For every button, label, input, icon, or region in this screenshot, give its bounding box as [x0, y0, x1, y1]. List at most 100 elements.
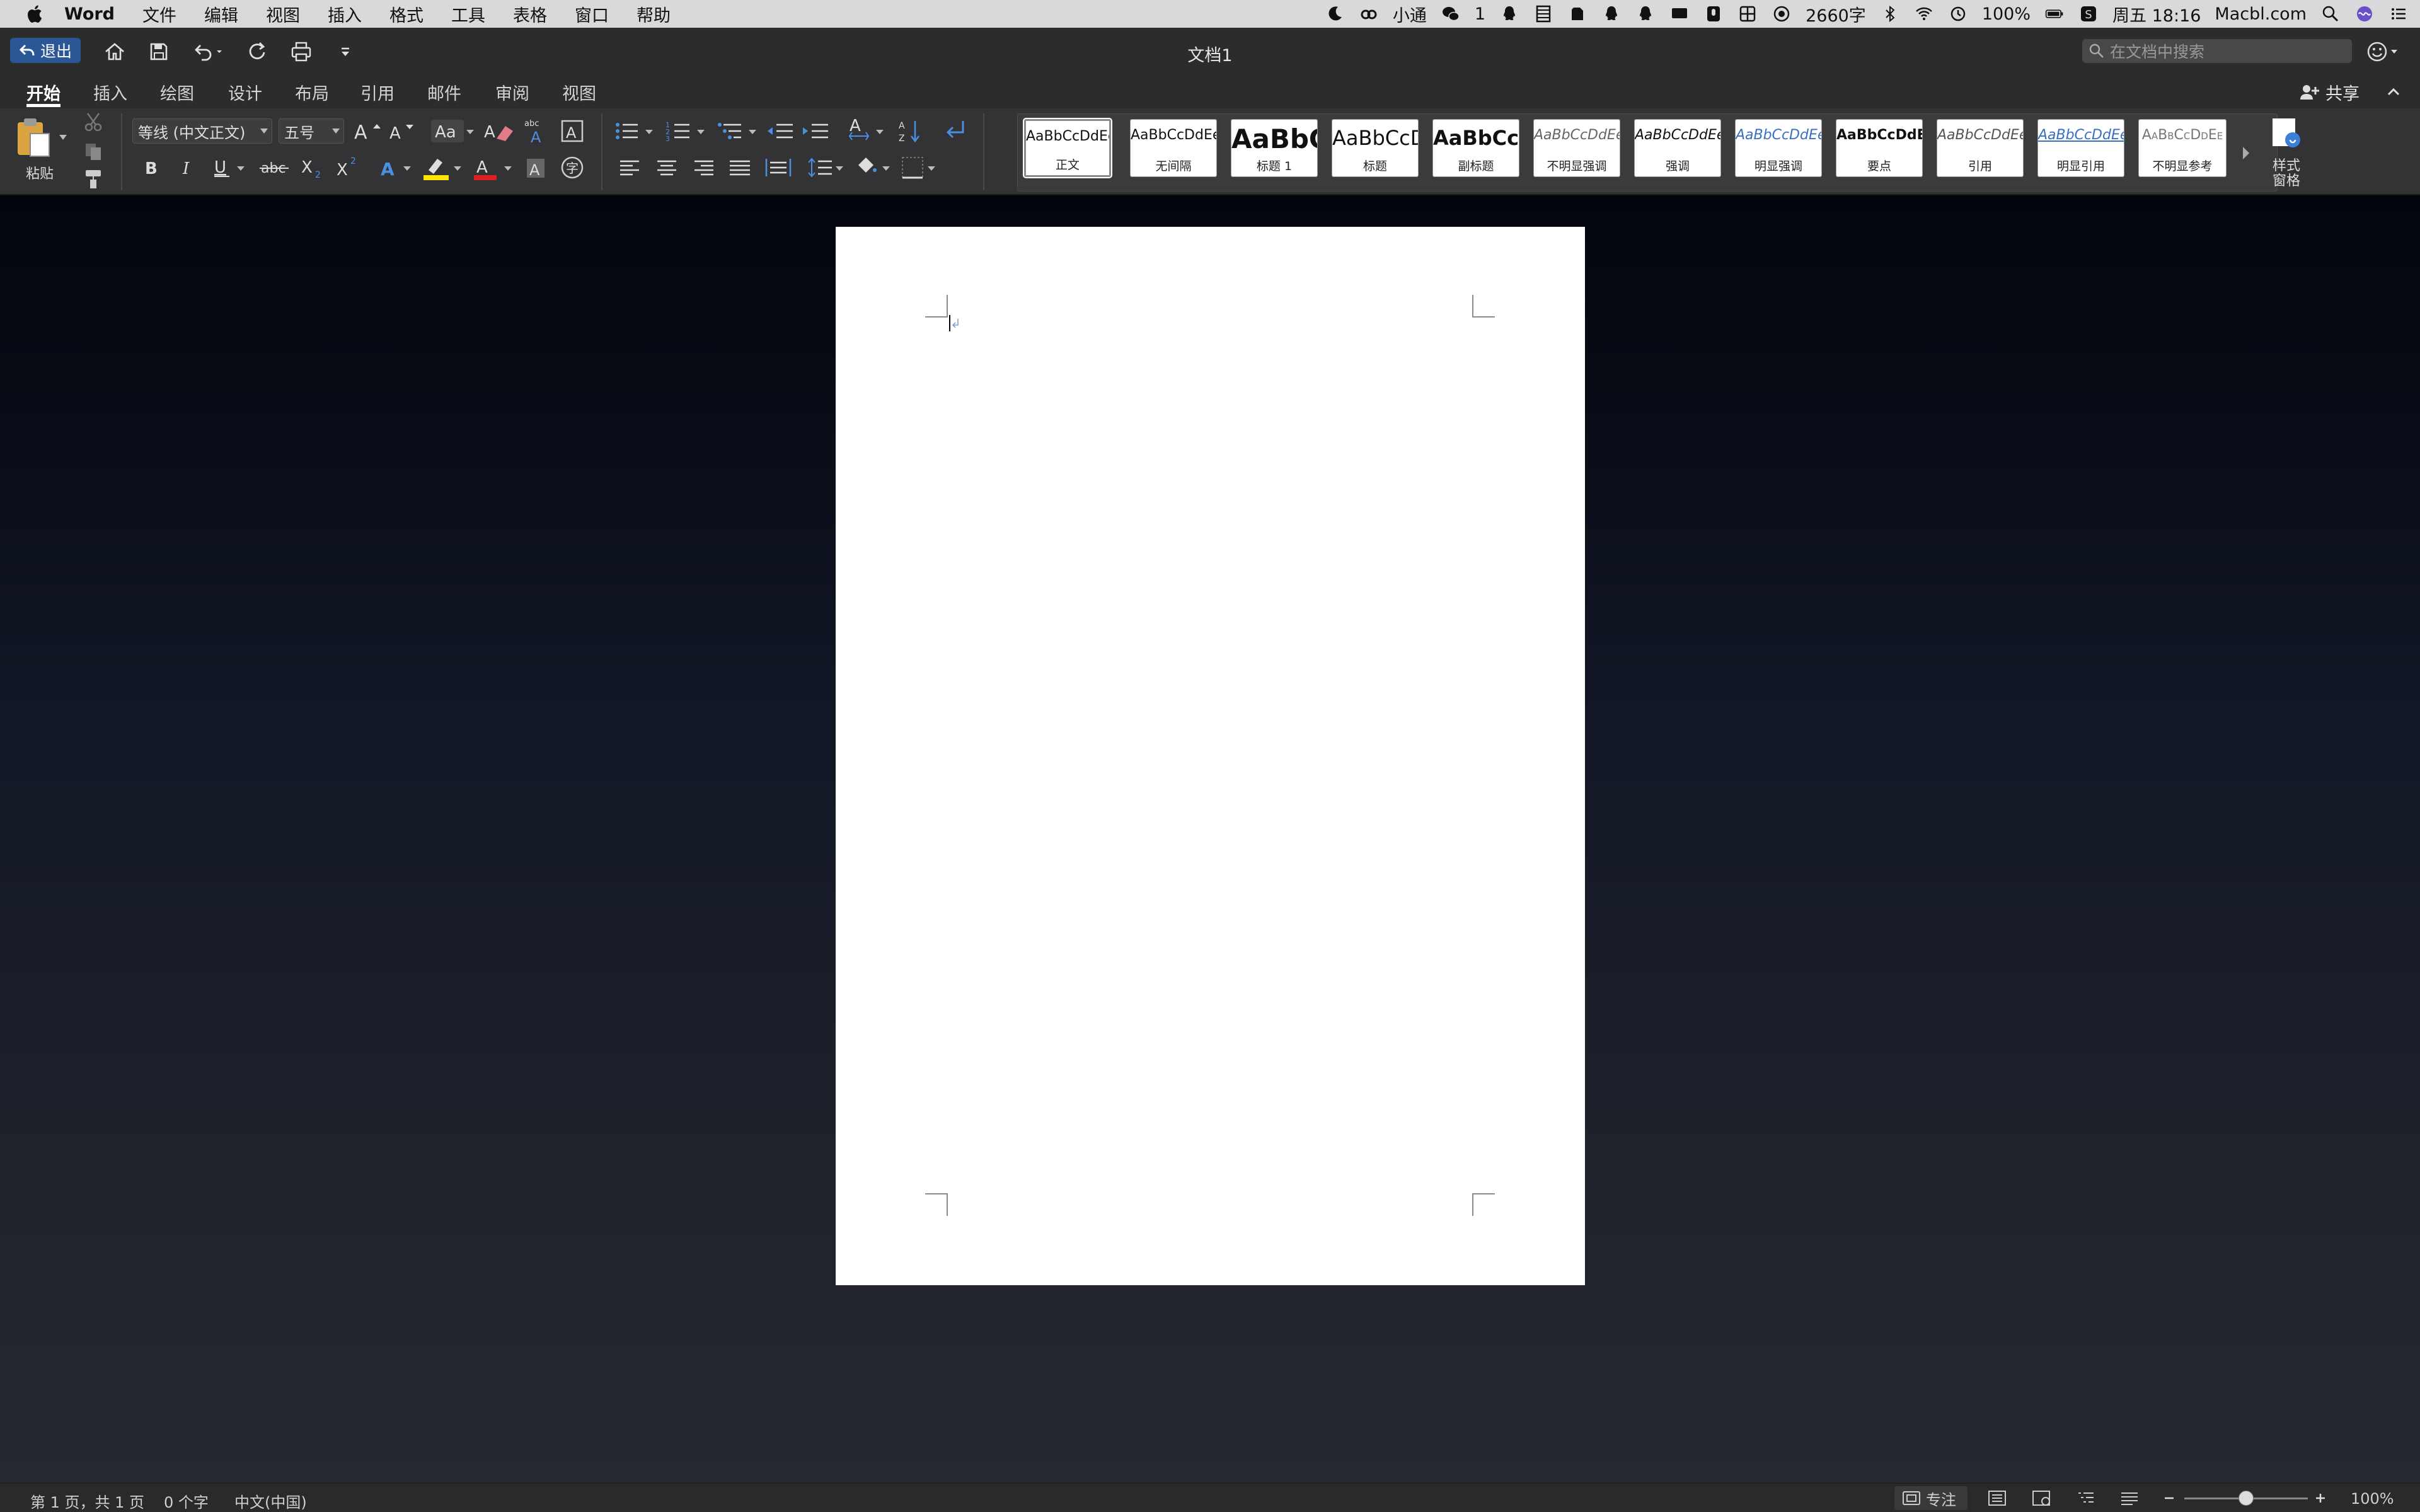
copy-button[interactable] — [82, 140, 105, 163]
format-painter-button[interactable] — [82, 168, 105, 190]
menu-insert[interactable]: 插入 — [314, 2, 376, 26]
style-quote[interactable]: AaBbCcDdEe 引用 — [1937, 119, 2024, 177]
show-formatting-marks-button[interactable] — [939, 117, 971, 145]
notification-center-icon[interactable] — [2388, 4, 2409, 24]
justify-button[interactable] — [726, 154, 754, 181]
feedback-button[interactable] — [2365, 39, 2402, 64]
superscript-button[interactable]: X2 — [334, 154, 362, 181]
wifi-icon[interactable] — [1914, 4, 1934, 24]
cut-button[interactable] — [82, 111, 105, 134]
zoom-slider[interactable] — [2184, 1491, 2308, 1506]
style-strong[interactable]: AaBbCcDdEe 要点 — [1836, 119, 1923, 177]
tab-home[interactable]: 开始 — [26, 76, 60, 108]
bluetooth-icon[interactable] — [1880, 4, 1900, 24]
decrease-indent-button[interactable] — [765, 117, 797, 145]
zoom-out-icon[interactable] — [2162, 1490, 2177, 1506]
qq-icon-3[interactable] — [1635, 4, 1656, 24]
character-shading-button[interactable]: A — [522, 154, 550, 181]
gallery-more-chevron-icon[interactable] — [2240, 144, 2252, 162]
tab-layout[interactable]: 布局 — [295, 76, 329, 108]
draft-view-icon[interactable] — [2119, 1490, 2140, 1506]
wechat-icon[interactable] — [1441, 4, 1461, 24]
line-spacing-button[interactable] — [807, 154, 847, 181]
align-right-button[interactable] — [689, 154, 717, 181]
menu-view[interactable]: 视图 — [252, 2, 314, 26]
bullets-button[interactable] — [613, 117, 659, 145]
document-canvas[interactable] — [0, 195, 2420, 1483]
grid-app-icon[interactable] — [1737, 4, 1758, 24]
tab-draw[interactable]: 绘图 — [160, 76, 194, 108]
align-center-button[interactable] — [653, 154, 681, 181]
style-no-spacing[interactable]: AaBbCcDdEe 无间隔 — [1130, 119, 1217, 177]
highlight-color-button[interactable] — [421, 154, 465, 181]
film-icon[interactable] — [1533, 4, 1553, 24]
numbering-button[interactable]: 123 — [664, 117, 711, 145]
document-page[interactable] — [836, 227, 1585, 1285]
document-search-input[interactable]: 在文档中搜索 — [2082, 39, 2352, 63]
tab-review[interactable]: 审阅 — [495, 76, 529, 108]
style-subtle-emphasis[interactable]: AaBbCcDdEe 不明显强调 — [1533, 119, 1620, 177]
text-effects-button[interactable]: A — [378, 154, 415, 181]
styles-pane-button[interactable] — [2269, 116, 2304, 151]
display-icon[interactable] — [1669, 4, 1690, 24]
outline-view-icon[interactable] — [2075, 1490, 2096, 1506]
phonetic-guide-button[interactable]: abc A — [522, 117, 550, 145]
menu-app-word[interactable]: Word — [48, 4, 129, 24]
shading-button[interactable] — [853, 154, 894, 181]
italic-button[interactable]: I — [175, 154, 198, 181]
focus-mode-button[interactable]: 专注 — [1894, 1486, 1968, 1510]
menu-help[interactable]: 帮助 — [623, 2, 684, 26]
share-button[interactable]: 共享 — [2299, 81, 2360, 104]
menu-window[interactable]: 窗口 — [561, 2, 623, 26]
print-layout-view-icon[interactable] — [1986, 1490, 2008, 1506]
menu-tools[interactable]: 工具 — [437, 2, 499, 26]
strikethrough-button[interactable]: abc — [258, 154, 291, 181]
increase-indent-button[interactable] — [800, 117, 832, 145]
collapse-ribbon-icon[interactable] — [2383, 82, 2404, 102]
xiaotong-status[interactable]: 小通 — [1393, 2, 1427, 26]
siri-icon[interactable] — [2354, 4, 2375, 24]
enclose-characters-button[interactable]: 字 — [558, 154, 586, 181]
moon-app-icon[interactable] — [1325, 4, 1345, 24]
paste-button[interactable] — [14, 116, 52, 158]
style-normal[interactable]: AaBbCcDdEe 正文 — [1023, 118, 1112, 178]
zoom-slider-thumb[interactable] — [2238, 1491, 2254, 1506]
menu-file[interactable]: 文件 — [129, 2, 190, 26]
font-size-dropdown[interactable]: 五号 — [279, 118, 344, 144]
apple-icon[interactable] — [20, 0, 48, 28]
language-indicator[interactable]: 中文(中国) — [234, 1490, 307, 1512]
tab-view[interactable]: 视图 — [562, 76, 596, 108]
grow-font-button[interactable]: A — [352, 117, 386, 145]
datetime[interactable]: 周五 18:16 — [2112, 2, 2201, 26]
distributed-button[interactable] — [763, 154, 794, 181]
zoom-level[interactable]: 100% — [2351, 1490, 2394, 1508]
qq-icon-2[interactable] — [1601, 4, 1622, 24]
style-subtle-reference[interactable]: AaBbCcDdEe 不明显参考 — [2138, 119, 2227, 177]
microphone-icon[interactable] — [1703, 4, 1724, 24]
font-color-button[interactable]: A — [471, 154, 516, 181]
tab-references[interactable]: 引用 — [360, 76, 395, 108]
sort-button[interactable]: AZ — [896, 117, 928, 145]
style-intense-quote[interactable]: AaBbCcDdEe 明显引用 — [2037, 119, 2124, 177]
underline-button[interactable]: U — [210, 154, 250, 181]
subscript-button[interactable]: X2 — [299, 154, 326, 181]
style-title[interactable]: AaBbCcD 标题 — [1332, 119, 1419, 177]
tab-mailings[interactable]: 邮件 — [427, 76, 461, 108]
word-count-status[interactable]: 2660字 — [1806, 2, 1866, 26]
style-subtitle[interactable]: AaBbCcD 副标题 — [1432, 119, 1519, 177]
scrolled-app-icon[interactable] — [1772, 4, 1792, 24]
zoom-in-icon[interactable] — [2313, 1490, 2328, 1506]
style-intense-emphasis[interactable]: AaBbCcDdEe 明显强调 — [1735, 119, 1822, 177]
font-name-dropdown[interactable]: 等线 (中文正文) — [132, 118, 272, 144]
tab-insert[interactable]: 插入 — [93, 76, 127, 108]
align-left-button[interactable] — [616, 154, 644, 181]
time-machine-icon[interactable] — [1948, 4, 1968, 24]
paste-options-chevron-icon[interactable] — [58, 134, 68, 141]
evernote-icon[interactable] — [1567, 4, 1587, 24]
character-border-button[interactable]: A — [558, 117, 586, 145]
web-layout-view-icon[interactable] — [2031, 1490, 2052, 1506]
qq-icon[interactable] — [1499, 4, 1519, 24]
menu-format[interactable]: 格式 — [376, 2, 437, 26]
sogou-input-icon[interactable]: S — [2078, 4, 2099, 24]
clear-formatting-button[interactable]: A — [483, 117, 517, 145]
